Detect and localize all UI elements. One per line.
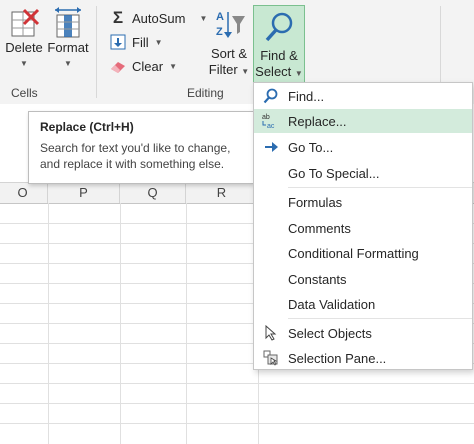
delete-label: Delete [5, 40, 43, 55]
menu-item-replace[interactable]: ab ac Replace... [254, 109, 472, 133]
sort-filter-label-2: Filter [208, 62, 238, 77]
arrow-right-icon [265, 142, 278, 152]
chevron-down-icon: ▼ [294, 69, 303, 78]
search-icon [263, 88, 278, 104]
fill-button[interactable]: Fill ▼ [110, 34, 163, 50]
chevron-down-icon: ▼ [241, 67, 250, 76]
menu-separator [288, 187, 472, 188]
svg-text:ab: ab [262, 114, 270, 121]
grid-line [0, 383, 474, 384]
find-select-menu: Find... ab ac Replace... Go To... Go To … [253, 82, 473, 370]
find-select-button[interactable]: Find & Select ▼ [253, 5, 305, 83]
menu-item-formulas[interactable]: Formulas [254, 190, 472, 214]
svg-text:ac: ac [267, 123, 275, 130]
menu-item-constants[interactable]: Constants [254, 267, 472, 291]
fill-down-icon [110, 34, 126, 50]
selection-pane-icon [263, 350, 278, 366]
menu-item-label: Replace... [288, 113, 347, 129]
group-divider [96, 6, 97, 98]
menu-item-selection-pane[interactable]: Selection Pane... [254, 346, 472, 370]
menu-item-label: Comments [288, 220, 351, 236]
menu-item-go-to-special[interactable]: Go To Special... [254, 161, 472, 185]
sort-filter-label-1: Sort & [210, 46, 248, 61]
grid-line [0, 423, 474, 424]
autosum-label: AutoSum [132, 10, 186, 26]
find-select-label-2: Select [255, 64, 292, 79]
format-button[interactable]: Format ▼ [46, 6, 90, 72]
sort-filter-icon: A Z [216, 11, 245, 38]
menu-item-label: Constants [288, 271, 347, 287]
menu-item-label: Data Validation [288, 296, 376, 312]
eraser-icon [111, 61, 125, 73]
grid-line [0, 403, 474, 404]
delete-cells-icon [11, 8, 40, 37]
clear-label: Clear [132, 59, 164, 74]
chevron-down-icon: ▼ [154, 37, 163, 47]
fill-label: Fill [132, 34, 149, 50]
chevron-down-icon: ▼ [20, 59, 28, 68]
menu-item-select-objects[interactable]: Select Objects [254, 321, 472, 345]
autosum-button[interactable]: Σ AutoSum ▼ [110, 8, 208, 28]
cursor-icon [265, 325, 277, 341]
tooltip-title: Replace (Ctrl+H) [40, 120, 134, 134]
menu-item-go-to[interactable]: Go To... [254, 135, 472, 159]
menu-item-conditional-formatting[interactable]: Conditional Formatting [254, 241, 472, 265]
sort-filter-button[interactable]: A Z Sort & Filter ▼ [206, 8, 252, 80]
menu-separator [288, 318, 472, 319]
sigma-icon: Σ [112, 8, 124, 27]
format-label: Format [47, 40, 89, 55]
menu-item-label: Conditional Formatting [288, 245, 419, 261]
tooltip-description: Search for text you'd like to change, an… [40, 141, 231, 171]
delete-button[interactable]: Delete ▼ [2, 6, 46, 72]
find-select-label-1: Find & [260, 48, 298, 63]
menu-item-find[interactable]: Find... [254, 84, 472, 108]
menu-item-label: Selection Pane... [288, 350, 387, 366]
menu-item-label: Find... [288, 88, 325, 104]
chevron-down-icon: ▼ [169, 62, 177, 71]
svg-text:A: A [216, 11, 224, 23]
clear-button[interactable]: Clear ▼ [110, 59, 177, 74]
column-header[interactable]: P [48, 183, 120, 203]
column-header[interactable]: O [0, 183, 48, 203]
search-icon [265, 12, 293, 42]
chevron-down-icon: ▼ [64, 59, 72, 68]
menu-item-label: Go To... [288, 139, 334, 155]
column-header[interactable]: Q [120, 183, 186, 203]
menu-item-label: Formulas [288, 194, 343, 210]
menu-item-comments[interactable]: Comments [254, 216, 472, 240]
cells-group-label: Cells [11, 86, 38, 100]
replace-tooltip: Replace (Ctrl+H) Search for text you'd l… [28, 111, 254, 184]
menu-item-data-validation[interactable]: Data Validation [254, 292, 472, 316]
editing-group-label: Editing [187, 86, 224, 100]
menu-item-label: Select Objects [288, 325, 372, 341]
column-header[interactable]: R [186, 183, 258, 203]
replace-icon: ab ac [262, 114, 275, 130]
svg-text:Z: Z [216, 26, 223, 38]
menu-item-label: Go To Special... [288, 165, 380, 181]
format-cells-icon [55, 7, 81, 38]
